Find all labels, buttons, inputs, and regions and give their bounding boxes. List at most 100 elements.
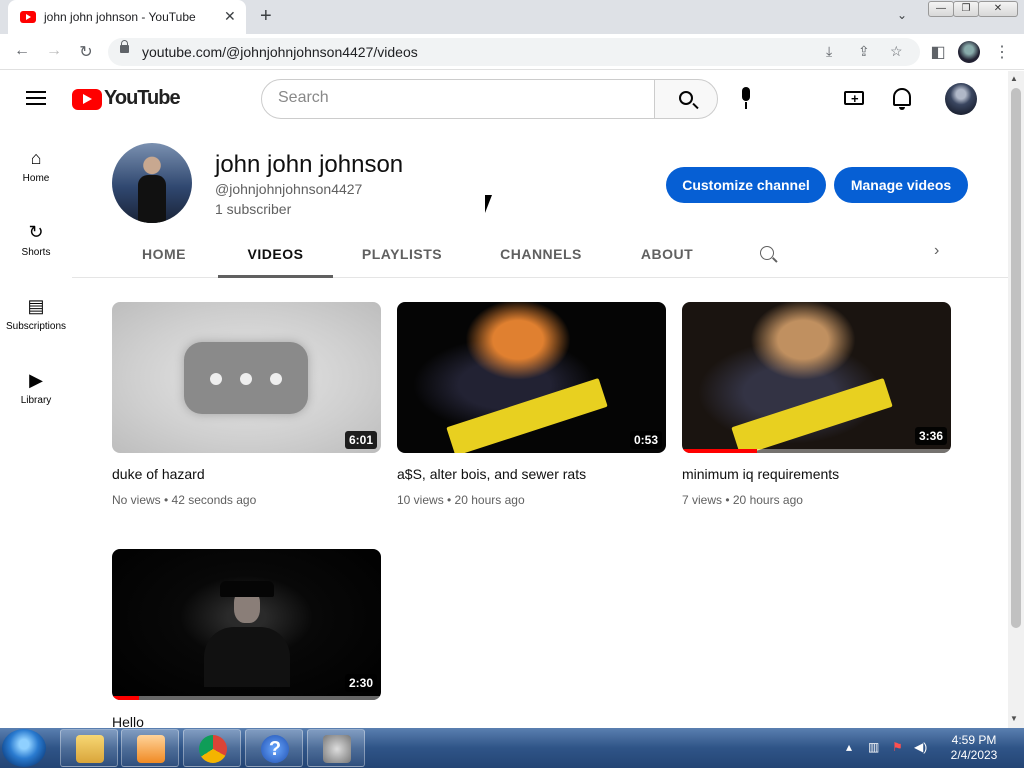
close-window-button[interactable]: ✕ [978, 1, 1018, 17]
video-thumbnail[interactable]: 2:30 [112, 549, 381, 700]
taskbar-movie-maker[interactable] [307, 729, 365, 767]
duration-badge: 2:30 [344, 674, 377, 692]
movie-maker-icon [323, 735, 351, 763]
youtube-wordmark[interactable]: YouTube [104, 87, 181, 110]
search-box[interactable] [261, 79, 655, 119]
video-title[interactable]: minimum iq requirements [682, 466, 839, 482]
tab-title: john john johnson - YouTube [44, 10, 196, 24]
tab-channels[interactable]: CHANNELS [492, 230, 590, 278]
chrome-icon [199, 735, 227, 763]
tab-close-icon[interactable]: ✕ [224, 8, 236, 25]
tab-search-chevron-icon[interactable]: ⌄ [897, 8, 907, 22]
guide-label: Library [20, 395, 52, 406]
restore-button[interactable]: ❐ [953, 1, 979, 17]
reload-icon[interactable]: ↻ [76, 42, 96, 62]
notifications-bell-icon[interactable] [893, 88, 911, 110]
guide-item-subscriptions[interactable]: ▤ Subscriptions [0, 275, 72, 349]
watch-progress-track [112, 696, 381, 700]
guitar-image [731, 378, 893, 453]
browser-menu-icon[interactable]: ⋮ [992, 42, 1012, 62]
clock-time: 4:59 PM [951, 733, 997, 747]
video-thumbnail[interactable]: 0:53 [397, 302, 666, 453]
install-icon[interactable]: ⤓ [826, 43, 832, 60]
system-clock[interactable]: 4:59 PM 2/4/2023 [948, 733, 1000, 763]
forward-arrow-icon[interactable]: → [44, 42, 64, 60]
tab-playlists[interactable]: PLAYLISTS [352, 230, 452, 278]
customize-channel-button[interactable]: Customize channel [666, 167, 826, 203]
search-button[interactable] [654, 79, 718, 119]
address-bar[interactable]: youtube.com/@johnjohnjohnson4427/videos … [108, 38, 920, 66]
guide-item-home[interactable]: ⌂ Home [0, 127, 72, 201]
start-button[interactable] [2, 729, 46, 767]
browser-tab[interactable]: john john johnson - YouTube ✕ [8, 0, 246, 34]
media-player-icon [137, 735, 165, 763]
video-meta: 10 views • 20 hours ago [397, 493, 525, 507]
subscriptions-icon: ▤ [27, 296, 45, 316]
tab-home[interactable]: HOME [124, 230, 204, 278]
channel-tabs: HOME VIDEOS PLAYLISTS CHANNELS ABOUT › [72, 230, 1008, 278]
microphone-icon[interactable] [740, 87, 752, 111]
search-input[interactable] [278, 89, 638, 107]
youtube-logo-icon[interactable] [72, 89, 102, 110]
windows-taskbar: ? ▴ ▥ ⚑ ◀) 4:59 PM 2/4/2023 [0, 728, 1024, 768]
guide-item-library[interactable]: ▶ Library [0, 349, 72, 423]
shorts-icon: ↻ [28, 222, 44, 242]
channel-avatar[interactable] [112, 143, 192, 223]
chevron-right-icon[interactable]: › [934, 242, 939, 260]
clock-date: 2/4/2023 [950, 748, 998, 762]
video-title[interactable]: duke of hazard [112, 466, 205, 482]
taskbar-help[interactable]: ? [245, 729, 303, 767]
placeholder-icon [184, 342, 308, 414]
watch-progress-bar [682, 449, 758, 453]
home-icon: ⌂ [30, 148, 42, 168]
tab-about[interactable]: ABOUT [634, 230, 700, 278]
channel-search-icon[interactable] [760, 246, 774, 260]
guide-label: Shorts [21, 247, 51, 258]
scroll-up-arrow-icon[interactable]: ▲ [1010, 74, 1018, 83]
action-center-icon[interactable]: ⚑ [892, 740, 903, 754]
create-video-icon[interactable]: + [844, 91, 864, 105]
network-icon[interactable]: ▥ [868, 740, 879, 754]
bookmark-star-icon[interactable]: ☆ [890, 43, 903, 60]
library-icon: ▶ [29, 370, 43, 390]
duration-badge: 6:01 [344, 431, 377, 449]
guide-label: Subscriptions [5, 321, 67, 332]
video-thumbnail[interactable]: 6:01 [112, 302, 381, 453]
taskbar-chrome[interactable] [183, 729, 241, 767]
video-title[interactable]: a$S, alter bois, and sewer rats [397, 466, 586, 482]
lock-icon[interactable] [120, 40, 129, 53]
guitar-image [446, 378, 608, 453]
guide-label: Home [22, 173, 50, 184]
channel-handle: @johnjohnjohnson4427 [215, 181, 363, 197]
tab-videos[interactable]: VIDEOS [218, 230, 333, 278]
volume-icon[interactable]: ◀) [914, 740, 927, 754]
video-thumbnail[interactable]: 3:36 [682, 302, 951, 453]
url-text[interactable]: youtube.com/@johnjohnjohnson4427/videos [142, 44, 418, 60]
subscriber-count: 1 subscriber [215, 201, 292, 217]
scrollbar-thumb[interactable] [1011, 88, 1021, 628]
browser-toolbar: ← → ↻ youtube.com/@johnjohnjohnson4427/v… [0, 34, 1024, 70]
taskbar-explorer[interactable] [60, 729, 118, 767]
duration-badge: 3:36 [914, 427, 947, 445]
guide-item-shorts[interactable]: ↻ Shorts [0, 201, 72, 275]
browser-profile-avatar[interactable] [958, 41, 980, 63]
new-tab-button[interactable]: + [260, 5, 272, 28]
mouse-cursor-icon [485, 195, 497, 213]
channel-name: john john johnson [215, 151, 404, 178]
youtube-favicon-icon [20, 11, 36, 23]
video-meta: No views • 42 seconds ago [112, 493, 257, 507]
scroll-down-arrow-icon[interactable]: ▼ [1010, 714, 1018, 723]
browser-tab-strip: john john johnson - YouTube ✕ + ⌄ — ❐ ✕ [0, 0, 1024, 34]
side-panel-icon[interactable]: ◧ [928, 42, 948, 62]
tray-expand-icon[interactable]: ▴ [846, 740, 852, 754]
share-icon[interactable]: ⇪ [858, 43, 870, 60]
back-arrow-icon[interactable]: ← [12, 42, 32, 60]
minimize-button[interactable]: — [928, 1, 954, 17]
hamburger-menu-icon[interactable] [26, 91, 46, 105]
duration-badge: 0:53 [629, 431, 662, 449]
account-avatar[interactable] [945, 83, 977, 115]
person-image [204, 627, 290, 687]
taskbar-media-player[interactable] [121, 729, 179, 767]
search-icon [679, 91, 693, 105]
manage-videos-button[interactable]: Manage videos [834, 167, 968, 203]
